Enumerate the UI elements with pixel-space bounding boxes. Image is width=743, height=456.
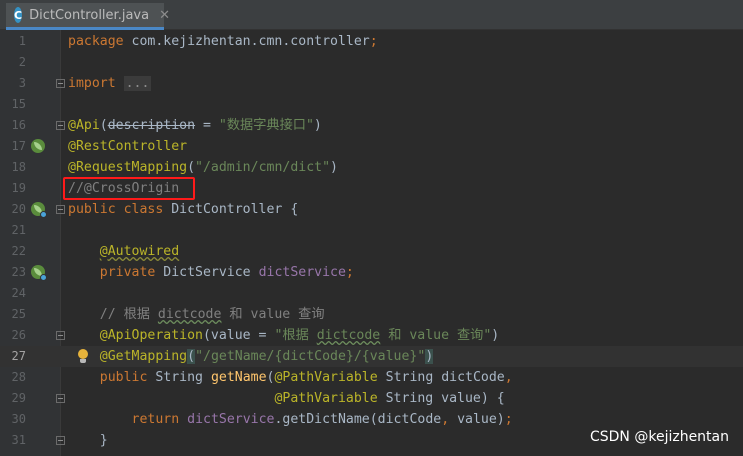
line-number: 24 <box>11 286 26 300</box>
close-icon[interactable]: ✕ <box>159 8 170 23</box>
spring-bean-icon[interactable] <box>31 139 45 153</box>
java-class-icon: C <box>14 7 23 23</box>
fold-toggle-icon[interactable] <box>56 394 65 403</box>
editor-tab-bar: C DictController.java ✕ <box>0 0 743 30</box>
line-number: 20 <box>11 202 26 216</box>
code-text: import ... <box>68 76 152 91</box>
code-text: return dictService.getDictName(dictCode,… <box>131 412 513 427</box>
code-text: } <box>68 433 108 448</box>
line-number: 29 <box>11 391 26 405</box>
code-line[interactable]: 25 // 根据 dictcode 和 value 查询 <box>0 304 743 325</box>
line-number: 25 <box>11 307 26 321</box>
tab-label: DictController.java <box>29 7 150 23</box>
line-number: 22 <box>11 244 26 258</box>
code-text: @Api(description = "数据字典接口") <box>68 118 322 133</box>
code-line[interactable]: 24 <box>0 283 743 304</box>
fold-toggle-icon[interactable] <box>56 331 65 340</box>
highlight-annotation-box <box>63 177 195 200</box>
line-number: 17 <box>11 139 26 153</box>
code-line[interactable]: 23 private DictService dictService; <box>0 262 743 283</box>
code-line[interactable]: 16 @Api(description = "数据字典接口") <box>0 115 743 136</box>
code-text: public class DictController { <box>68 202 299 217</box>
code-text: @RestController <box>68 139 188 154</box>
fold-toggle-icon[interactable] <box>56 205 65 214</box>
line-number: 15 <box>11 97 26 111</box>
code-text: @Autowired <box>99 244 180 259</box>
code-text: @PathVariable String value) { <box>274 391 505 406</box>
code-text: @RequestMapping("/admin/cmn/dict") <box>68 160 338 175</box>
code-line[interactable]: 3 import ... <box>0 73 743 94</box>
line-number: 26 <box>11 328 26 342</box>
line-number: 23 <box>11 265 26 279</box>
code-text: private DictService dictService; <box>99 265 354 280</box>
code-line-current[interactable]: 27 @GetMapping("/getName/{dictCode}/{val… <box>0 346 743 367</box>
line-number: 28 <box>11 370 26 384</box>
fold-toggle-icon[interactable] <box>56 79 65 88</box>
code-text: @GetMapping("/getName/{dictCode}/{value}… <box>99 349 434 364</box>
tab-dictcontroller[interactable]: C DictController.java ✕ <box>6 3 170 30</box>
code-line[interactable]: 18 @RequestMapping("/admin/cmn/dict") <box>0 157 743 178</box>
code-line[interactable]: 29 @PathVariable String value) { <box>0 388 743 409</box>
code-text: @ApiOperation(value = "根据 dictcode 和 val… <box>99 328 500 343</box>
spring-bean-injection-icon[interactable] <box>31 265 47 281</box>
spring-bean-icon[interactable] <box>31 202 47 218</box>
line-number: 30 <box>11 412 26 426</box>
code-line[interactable]: 17 @RestController <box>0 136 743 157</box>
code-line[interactable]: 22 @Autowired <box>0 241 743 262</box>
code-line[interactable]: 15 <box>0 94 743 115</box>
watermark: CSDN @kejizhentan <box>589 429 729 445</box>
fold-toggle-icon[interactable] <box>56 121 65 130</box>
code-line[interactable]: 21 <box>0 220 743 241</box>
fold-toggle-icon[interactable] <box>56 436 65 445</box>
code-line[interactable]: 28 public String getName(@PathVariable S… <box>0 367 743 388</box>
code-line[interactable]: 26 @ApiOperation(value = "根据 dictcode 和 … <box>0 325 743 346</box>
line-number: 18 <box>11 160 26 174</box>
line-number: 21 <box>11 223 26 237</box>
line-number: 3 <box>18 76 26 90</box>
code-line[interactable]: 20 public class DictController { <box>0 199 743 220</box>
code-text: public String getName(@PathVariable Stri… <box>99 370 513 385</box>
line-number: 2 <box>18 55 26 69</box>
line-number: 31 <box>11 433 26 447</box>
line-number: 16 <box>11 118 26 132</box>
line-number: 19 <box>11 181 26 195</box>
code-line[interactable]: 2 <box>0 52 743 73</box>
line-number: 1 <box>18 34 26 48</box>
line-number: 27 <box>11 349 26 363</box>
code-line[interactable]: 1 package com.kejizhentan.cmn.controller… <box>0 31 743 52</box>
code-text: // 根据 dictcode 和 value 查询 <box>68 307 325 322</box>
code-line[interactable]: 30 return dictService.getDictName(dictCo… <box>0 409 743 430</box>
folded-imports[interactable]: ... <box>123 76 152 91</box>
code-text: package com.kejizhentan.cmn.controller; <box>68 34 378 49</box>
